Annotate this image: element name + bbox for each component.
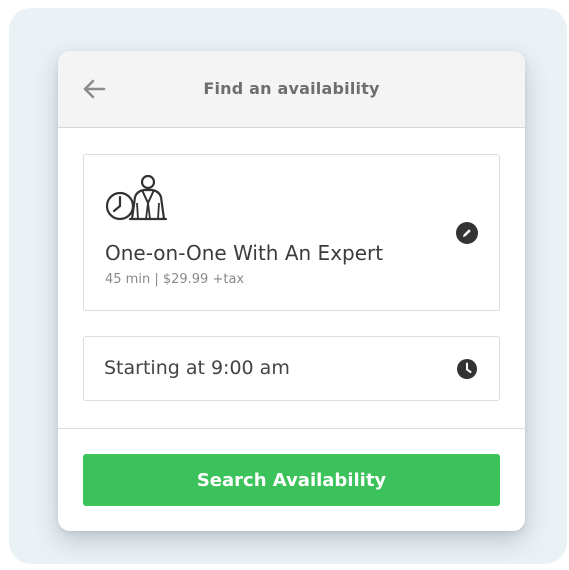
search-availability-button[interactable]: Search Availability [83, 454, 500, 506]
section-divider [58, 428, 525, 429]
clock-icon[interactable] [456, 358, 478, 380]
page-title: Find an availability [203, 79, 380, 98]
service-name: One-on-One With An Expert [105, 241, 384, 265]
edit-service-button[interactable] [456, 222, 478, 244]
availability-card: Find an availability One-on-One With An … [58, 51, 525, 531]
pencil-icon [463, 229, 471, 237]
card-header: Find an availability [58, 51, 525, 128]
service-selector[interactable]: One-on-One With An Expert 45 min | $29.9… [83, 154, 500, 311]
start-time-label: Starting at 9:00 am [104, 357, 290, 379]
service-meta: 45 min | $29.99 +tax [105, 272, 245, 287]
start-time-selector[interactable]: Starting at 9:00 am [83, 336, 500, 401]
expert-clock-icon [105, 174, 168, 221]
